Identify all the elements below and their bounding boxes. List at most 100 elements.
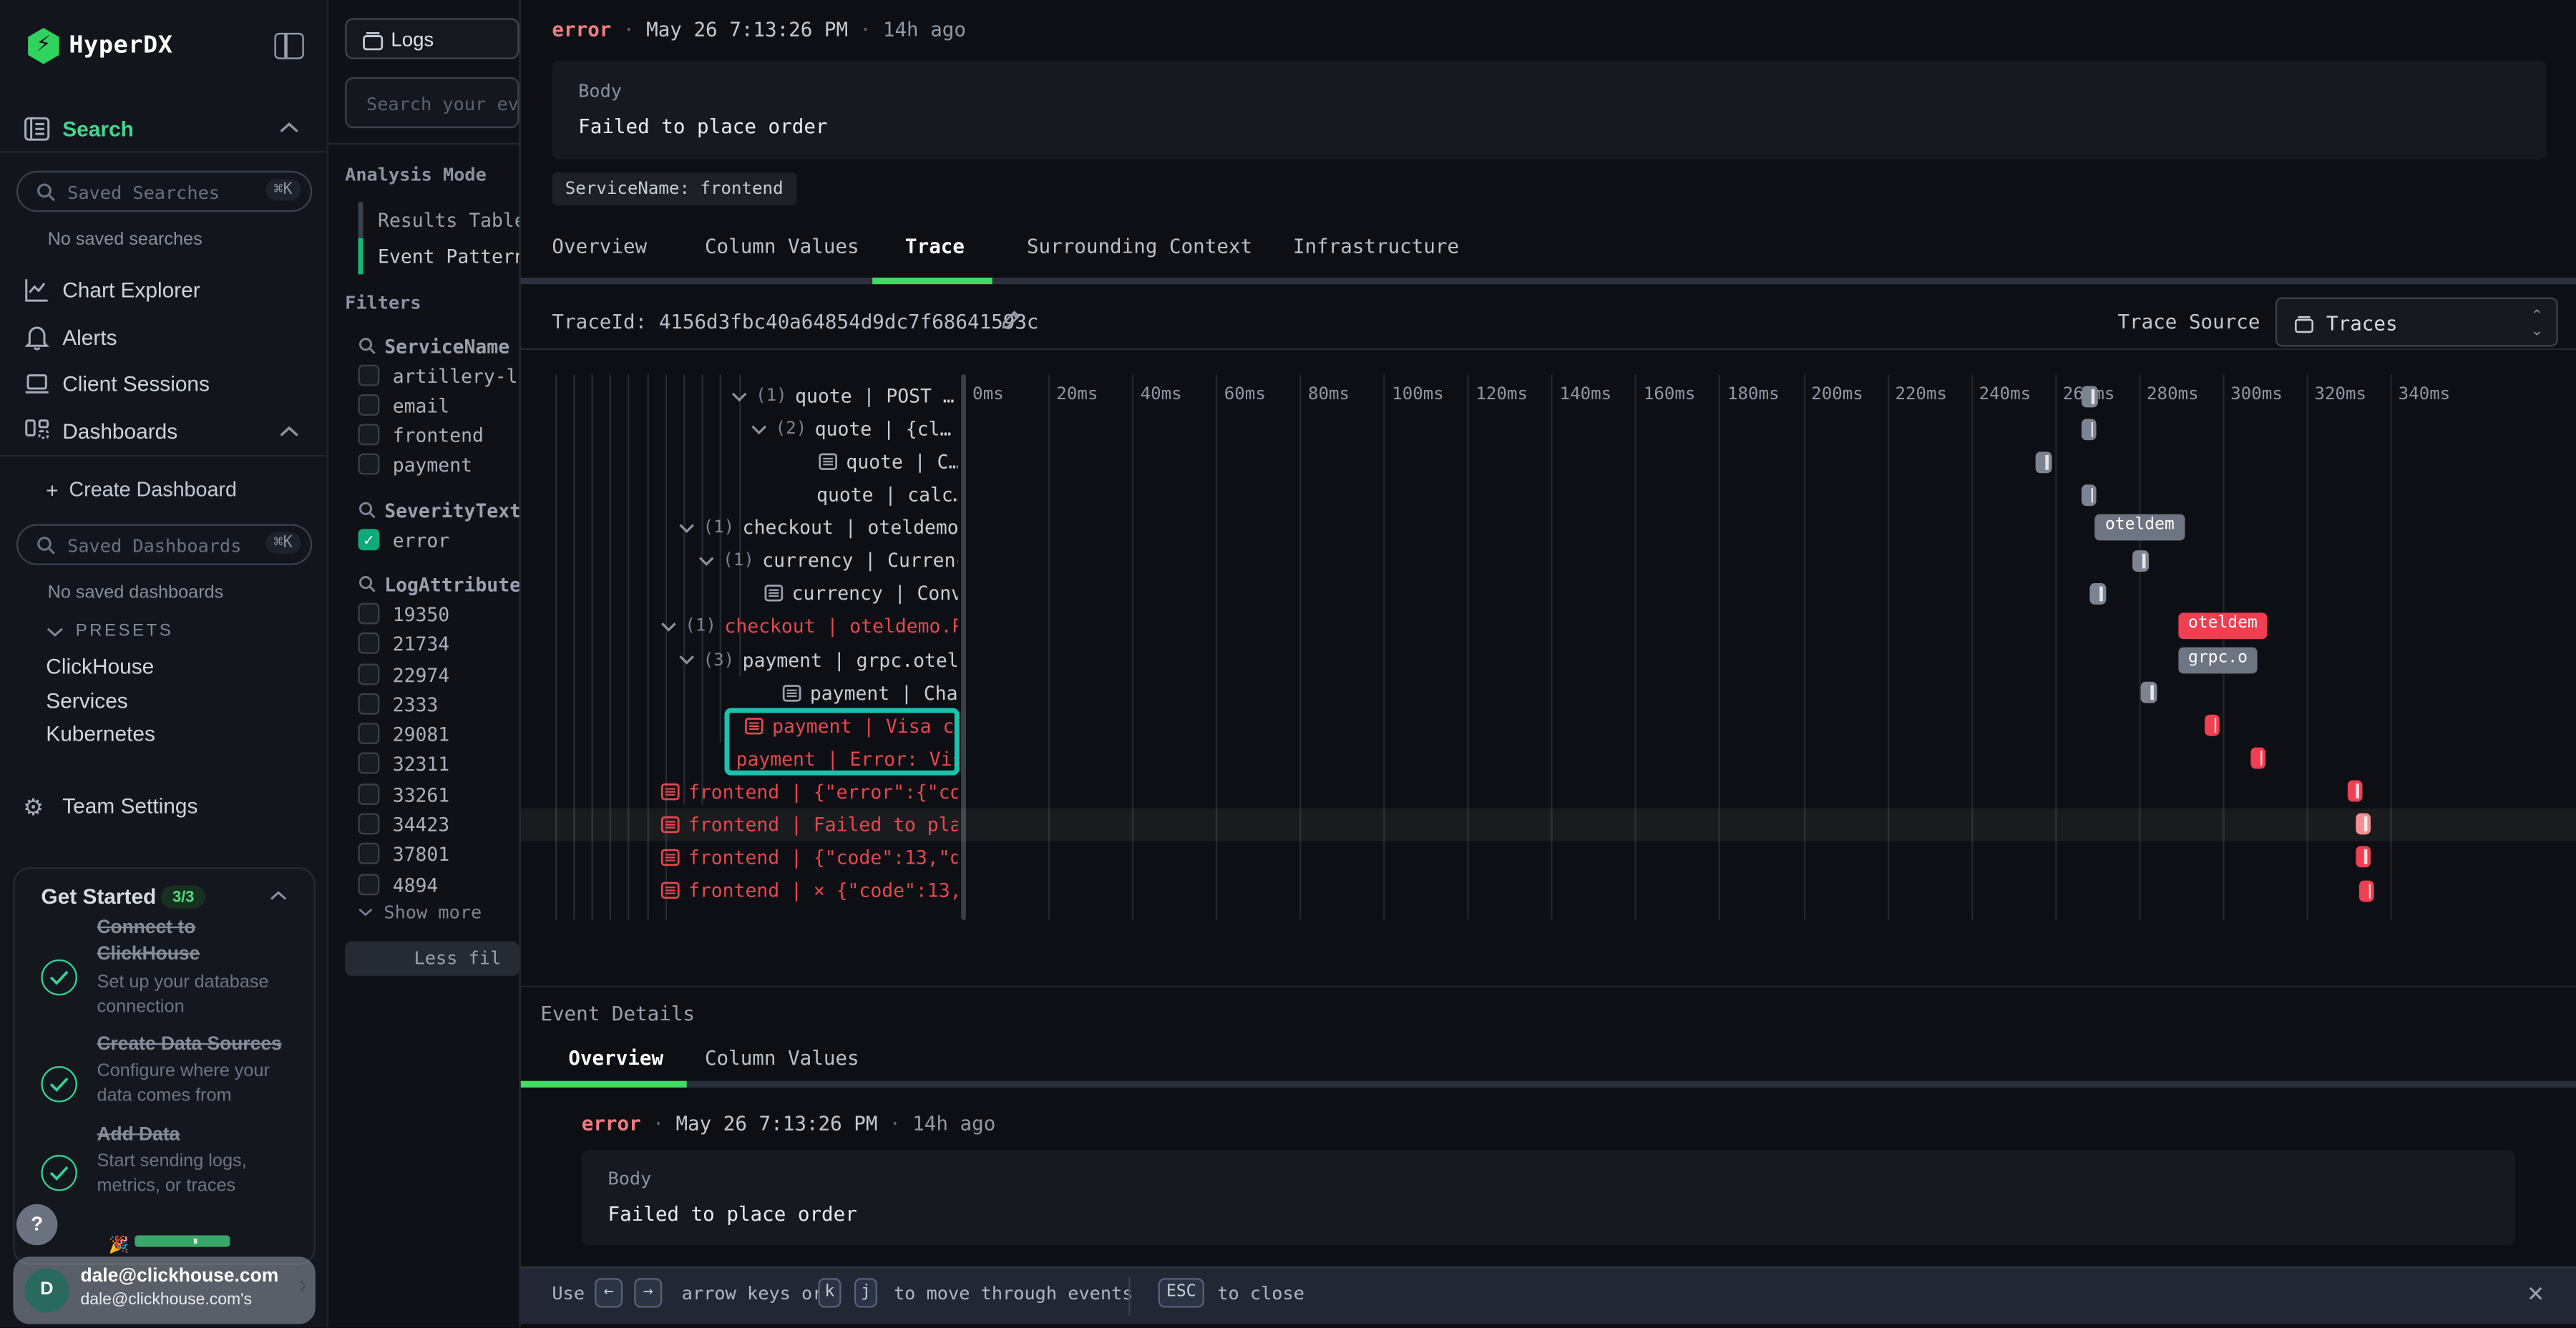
sidebar-item-alerts[interactable]: Alerts — [0, 323, 328, 363]
span-row[interactable]: quote | C… — [521, 445, 2576, 478]
checkbox[interactable] — [358, 753, 380, 775]
span-label-chip[interactable]: grpc.o — [2178, 647, 2257, 673]
checkbox[interactable] — [358, 874, 380, 895]
checkbox[interactable] — [358, 814, 380, 835]
checkbox-checked[interactable]: ✓ — [358, 529, 380, 550]
filter-option[interactable]: 21734 — [358, 631, 519, 661]
mode-event-patterns[interactable]: Event Patterns — [378, 245, 537, 268]
span-duration-bar[interactable] — [2082, 385, 2098, 406]
less-filters-button[interactable]: Less fil — [345, 942, 519, 976]
tab-trace[interactable]: Trace — [905, 235, 965, 258]
tab-infrastructure[interactable]: Infrastructure — [1293, 235, 1459, 258]
span-label-chip[interactable]: oteldem — [2178, 613, 2267, 640]
checkbox[interactable] — [358, 394, 380, 416]
search-icon[interactable] — [358, 575, 376, 593]
checkbox[interactable] — [358, 663, 380, 685]
span-duration-bar[interactable] — [2082, 484, 2097, 506]
span-duration-bar[interactable] — [2356, 814, 2371, 835]
span-row[interactable]: (1)checkout | oteldemo.…oteldem — [521, 512, 2576, 545]
span-duration-bar[interactable] — [2142, 682, 2157, 703]
source-selector-button[interactable]: Logs — [345, 18, 519, 59]
checkbox[interactable] — [358, 693, 380, 715]
filter-option[interactable]: frontend — [358, 422, 519, 451]
span-row[interactable]: (1)currency | Currenc… — [521, 545, 2576, 577]
checkbox[interactable] — [358, 365, 380, 386]
search-icon[interactable] — [358, 337, 376, 355]
span-row[interactable]: frontend | {"code":13,"det… — [521, 841, 2576, 874]
chevron-down-icon[interactable] — [678, 522, 695, 534]
filter-option[interactable]: 32311 — [358, 751, 519, 781]
checkbox[interactable] — [358, 633, 380, 655]
span-row[interactable]: currency | Conv… — [521, 577, 2576, 610]
checkbox[interactable] — [358, 783, 380, 805]
saved-dashboards-input[interactable]: Saved Dashboards ⌘K — [16, 524, 312, 565]
help-button[interactable]: ? — [16, 1204, 57, 1245]
span-duration-bar[interactable] — [2205, 715, 2220, 736]
span-row[interactable]: frontend | {"error":{"code… — [521, 775, 2576, 808]
sidebar-item-chart-explorer[interactable]: Chart Explorer — [0, 276, 328, 316]
sidebar-item-team-settings[interactable]: ⚙ Team Settings — [0, 792, 328, 831]
span-duration-bar[interactable] — [2082, 418, 2096, 439]
tab-surrounding-context[interactable]: Surrounding Context — [1027, 235, 1252, 258]
filter-option[interactable]: 4894 — [358, 872, 519, 902]
sidebar-item-services[interactable]: Services — [46, 688, 127, 713]
filter-option[interactable]: 19350 — [358, 601, 519, 631]
chevron-down-icon[interactable] — [46, 626, 64, 638]
event-search-input[interactable]: Search your ev — [345, 77, 519, 128]
filter-option[interactable]: 22974 — [358, 661, 519, 691]
chevron-down-icon[interactable] — [678, 654, 695, 665]
span-duration-bar[interactable] — [2356, 846, 2370, 868]
span-row[interactable]: (1)quote | POST … — [521, 379, 2576, 412]
sidebar-item-dashboards[interactable]: Dashboards — [0, 417, 328, 456]
span-row[interactable]: payment | Charge … — [521, 676, 2576, 709]
edit-trace-icon[interactable] — [1000, 309, 1022, 331]
span-duration-bar[interactable] — [2036, 451, 2052, 473]
search-icon[interactable] — [358, 501, 376, 519]
chevron-down-icon[interactable] — [751, 423, 767, 434]
checkbox[interactable] — [358, 844, 380, 865]
mode-results-table[interactable]: Results Table — [378, 209, 526, 232]
chevron-down-icon[interactable] — [698, 555, 715, 567]
filter-option[interactable]: artillery-loa — [358, 363, 519, 392]
checkbox[interactable] — [358, 723, 380, 745]
span-duration-bar[interactable] — [2348, 781, 2362, 802]
span-row[interactable]: (1)checkout | oteldemo.Pa…oteldem — [521, 610, 2576, 643]
filter-option[interactable]: 33261 — [358, 781, 519, 811]
span-row[interactable]: (2)quote | {cl… — [521, 412, 2576, 445]
event-tab-overview[interactable]: Overview — [568, 1046, 663, 1069]
checkbox[interactable] — [358, 424, 380, 445]
filter-option[interactable]: 29081 — [358, 721, 519, 751]
filter-option[interactable]: ✓error — [358, 527, 519, 557]
create-dashboard-button[interactable]: + Create Dashboard — [0, 477, 328, 516]
span-row[interactable]: frontend | × {"code":13,"d… — [521, 874, 2576, 907]
chevron-down-icon[interactable] — [660, 621, 677, 633]
trace-source-select[interactable]: Traces ⌃⌄ — [2275, 298, 2558, 347]
sidebar-item-kubernetes[interactable]: Kubernetes — [46, 721, 155, 746]
filter-option[interactable]: 37801 — [358, 841, 519, 872]
span-label-chip[interactable]: oteldem — [2095, 514, 2184, 541]
chevron-down-icon[interactable] — [731, 390, 748, 401]
span-row[interactable]: quote | calc… — [521, 479, 2576, 512]
close-icon[interactable]: ✕ — [2527, 1281, 2545, 1308]
tab-column-values[interactable]: Column Values — [705, 235, 859, 258]
filter-option[interactable]: 2333 — [358, 691, 519, 721]
span-duration-bar[interactable] — [2251, 748, 2265, 769]
saved-searches-input[interactable]: Saved Searches ⌘K — [16, 171, 312, 212]
checkbox[interactable] — [358, 454, 380, 475]
filter-option[interactable]: payment — [358, 451, 519, 481]
checkbox[interactable] — [358, 603, 380, 625]
sidebar-item-clickhouse[interactable]: ClickHouse — [46, 654, 154, 678]
user-menu[interactable]: D dale@clickhouse.com dale@clickhouse.co… — [13, 1256, 315, 1324]
span-row[interactable]: (3)payment | grpc.oteld…grpc.o — [521, 643, 2576, 676]
sidebar-item-client-sessions[interactable]: Client Sessions — [0, 370, 328, 409]
tab-overview[interactable]: Overview — [552, 235, 647, 258]
show-more-toggle[interactable]: Show more — [358, 902, 482, 923]
event-tab-column-values[interactable]: Column Values — [705, 1046, 859, 1069]
sidebar-item-search[interactable]: Search — [0, 115, 328, 155]
filter-option[interactable]: email — [358, 393, 519, 422]
sidebar-collapse-icon[interactable] — [274, 33, 303, 59]
span-row[interactable]: frontend | Failed to place… — [521, 808, 2576, 841]
service-name-chip[interactable]: ServiceName: frontend — [552, 172, 796, 205]
span-duration-bar[interactable] — [2359, 880, 2374, 902]
chevron-up-icon[interactable] — [270, 890, 288, 902]
